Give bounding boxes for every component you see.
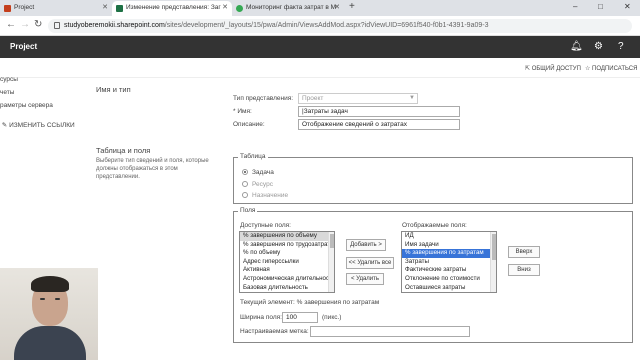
minimize-button[interactable]: – (573, 2, 577, 11)
nav-item-server-settings[interactable]: раметры сервера (0, 102, 53, 109)
presenter-hair (31, 276, 69, 292)
view-type-label: Тип представления: (233, 95, 294, 102)
maximize-button[interactable]: □ (598, 2, 603, 11)
gear-icon[interactable]: ⚙ (594, 41, 603, 52)
available-fields-list[interactable]: % завершения по объему % завершения по т… (239, 231, 335, 293)
browser-tab-project[interactable]: Project ✕ (0, 1, 112, 16)
browser-tab-monitoring[interactable]: Мониторинг факта затрат в M ✕ (232, 1, 344, 16)
add-field-button[interactable]: Добавить > (346, 239, 386, 251)
list-item[interactable]: Имя задачи (402, 241, 496, 250)
chevron-down-icon: ▼ (409, 95, 415, 101)
arrow-right-icon[interactable]: → (20, 19, 30, 30)
browser-tab-edit-view[interactable]: Изменение представления: Заг ✕ (112, 1, 232, 16)
list-item[interactable]: Отклонение по стоимости (402, 275, 496, 284)
view-type-select: Проект ▼ (298, 93, 418, 104)
tab-label: Мониторинг факта затрат в M (246, 4, 337, 11)
scrollbar-thumb[interactable] (330, 234, 334, 248)
list-item[interactable]: Оставшиеся затраты (402, 284, 496, 292)
presenter-body (14, 326, 86, 360)
tab-label: Изменение представления: Заг (126, 4, 221, 11)
list-item[interactable]: ИД (402, 232, 496, 241)
displayed-fields-label: Отображаемые поля: (402, 222, 467, 229)
field-width-label: Ширина поля: (240, 314, 282, 321)
list-item[interactable]: % завершения по трудозатратам (240, 241, 334, 250)
tab-label: Project (14, 4, 35, 11)
move-up-button[interactable]: Вверх (508, 246, 540, 258)
lock-icon (54, 22, 60, 29)
table-fields-description: Выберите тип сведений и поля, которые до… (96, 158, 209, 180)
url-text: studyoberemokii.sharepoint.com/sites/dev… (64, 22, 489, 29)
close-tab-icon[interactable]: ✕ (102, 3, 108, 11)
field-width-input[interactable]: 100 (282, 312, 318, 323)
reload-icon[interactable]: ↻ (34, 19, 42, 30)
table-fields-section-title: Таблица и поля (96, 146, 151, 155)
name-label: * Имя: (233, 108, 252, 115)
radio-assignment[interactable]: Назначение (242, 192, 288, 199)
description-label: Описание: (233, 121, 265, 128)
scrollbar[interactable] (490, 232, 496, 292)
excel-favicon-icon (116, 5, 123, 12)
bell-icon[interactable]: 🔔︎ (570, 41, 583, 52)
scrollbar[interactable] (328, 232, 334, 292)
list-item[interactable]: Затраты (402, 258, 496, 267)
table-legend: Таблица (238, 153, 268, 160)
displayed-fields-list[interactable]: ИД Имя задачи % завершения по затратам З… (401, 231, 497, 293)
radio-dot (242, 192, 248, 198)
project-favicon-icon (4, 5, 11, 12)
follow-button[interactable]: ☆ ПОДПИСАТЬСЯ (585, 65, 637, 72)
close-tab-icon[interactable]: ✕ (334, 3, 340, 11)
list-item[interactable]: Астрономическая длительность (240, 275, 334, 284)
field-width-unit: (пикс.) (322, 314, 342, 321)
custom-label-input[interactable] (310, 326, 470, 337)
name-type-section-title: Имя и тип (96, 85, 131, 94)
app-title[interactable]: Project (10, 42, 37, 51)
radio-dot (242, 169, 248, 175)
radio-resource[interactable]: Ресурс (242, 181, 273, 188)
remove-field-button[interactable]: < Удалить (346, 273, 384, 285)
list-item[interactable]: Активная (240, 266, 334, 275)
name-input[interactable]: |Затраты задач (298, 106, 460, 117)
table-group (233, 157, 633, 204)
browser-tab-strip: Project ✕ Изменение представления: Заг ✕… (0, 0, 640, 16)
list-item[interactable]: Адрес гиперссылки (240, 258, 334, 267)
google-favicon-icon (236, 5, 243, 12)
list-item[interactable]: Фактические затраты (402, 266, 496, 275)
remove-all-button[interactable]: << Удалить все (346, 257, 394, 269)
nav-item-resources[interactable]: сурсы (0, 76, 18, 83)
scrollbar-thumb[interactable] (492, 234, 496, 260)
help-icon[interactable]: ? (618, 41, 624, 52)
arrow-left-icon[interactable]: ← (6, 19, 16, 30)
current-element-text: Текущий элемент: % завершения по затрата… (240, 299, 380, 306)
webcam-overlay (0, 268, 98, 360)
list-item[interactable]: Базовая длительность (240, 284, 334, 292)
presenter-eye (55, 298, 60, 300)
url-input[interactable]: studyoberemokii.sharepoint.com/sites/dev… (48, 19, 632, 33)
fields-legend: Поля (238, 207, 258, 214)
list-item[interactable]: % по объему (240, 249, 334, 258)
address-bar: ← → ↻ studyoberemokii.sharepoint.com/sit… (0, 16, 640, 36)
nav-item-reports[interactable]: четы (0, 89, 14, 96)
custom-label-label: Настраиваемая метка: (240, 328, 309, 335)
description-input[interactable]: Отображение сведений о затратах (298, 119, 460, 130)
radio-dot (242, 181, 248, 187)
list-item[interactable]: % завершения по затратам (402, 249, 496, 258)
close-tab-icon[interactable]: ✕ (222, 3, 228, 11)
ribbon-bar: ⇱ ОБЩИЙ ДОСТУП ☆ ПОДПИСАТЬСЯ (0, 58, 640, 78)
move-down-button[interactable]: Вниз (508, 264, 540, 276)
edit-links-button[interactable]: ✎ ИЗМЕНИТЬ ССЫЛКИ (0, 121, 75, 129)
list-item[interactable]: % завершения по объему (240, 232, 334, 241)
presenter-eye (40, 298, 45, 300)
available-fields-label: Доступные поля: (240, 222, 291, 229)
close-window-button[interactable]: ✕ (624, 2, 631, 11)
share-button[interactable]: ⇱ ОБЩИЙ ДОСТУП (525, 65, 581, 72)
radio-task[interactable]: Задача (242, 169, 274, 176)
suite-bar: Project 🔔︎ ⚙ ? (0, 36, 640, 58)
new-tab-button[interactable]: + (349, 1, 355, 12)
